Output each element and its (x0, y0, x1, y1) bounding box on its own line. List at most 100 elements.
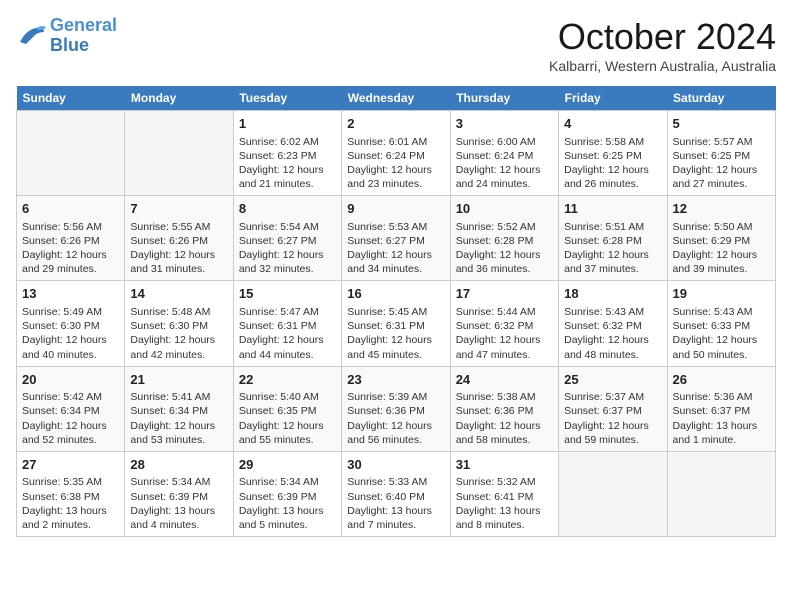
calendar-table: SundayMondayTuesdayWednesdayThursdayFrid… (16, 86, 776, 537)
day-info: Sunrise: 5:43 AM Sunset: 6:32 PM Dayligh… (564, 305, 661, 362)
calendar-day-cell: 9Sunrise: 5:53 AM Sunset: 6:27 PM Daylig… (342, 196, 450, 281)
day-number: 3 (456, 115, 553, 133)
day-number: 7 (130, 200, 227, 218)
calendar-day-cell: 30Sunrise: 5:33 AM Sunset: 6:40 PM Dayli… (342, 451, 450, 536)
day-number: 23 (347, 371, 444, 389)
calendar-day-cell: 11Sunrise: 5:51 AM Sunset: 6:28 PM Dayli… (559, 196, 667, 281)
day-info: Sunrise: 5:51 AM Sunset: 6:28 PM Dayligh… (564, 220, 661, 277)
logo: General Blue (16, 16, 117, 56)
calendar-day-cell: 20Sunrise: 5:42 AM Sunset: 6:34 PM Dayli… (17, 366, 125, 451)
calendar-day-cell: 8 Sunrise: 5:54 AM Sunset: 6:27 PM Daylig… (233, 196, 341, 281)
calendar-day-cell (667, 451, 775, 536)
calendar-day-cell: 2 Sunrise: 6:01 AM Sunset: 6:24 PM Daylig… (342, 111, 450, 196)
day-info: Sunrise: 5:36 AM Sunset: 6:37 PM Dayligh… (673, 390, 770, 447)
logo-icon (16, 22, 46, 50)
calendar-day-cell: 24Sunrise: 5:38 AM Sunset: 6:36 PM Dayli… (450, 366, 558, 451)
day-info: Sunrise: 5:42 AM Sunset: 6:34 PM Dayligh… (22, 390, 119, 447)
day-info: Sunrise: 5:54 AM Sunset: 6:27 PM Dayligh… (239, 220, 336, 277)
day-number: 14 (130, 285, 227, 303)
location-subtitle: Kalbarri, Western Australia, Australia (549, 58, 776, 74)
day-info: Sunrise: 5:40 AM Sunset: 6:35 PM Dayligh… (239, 390, 336, 447)
calendar-week-row: 13 Sunrise: 5:49 AM Sunset: 6:30 PM Dayli… (17, 281, 776, 366)
title-block: October 2024 Kalbarri, Western Australia… (549, 16, 776, 74)
day-number: 2 (347, 115, 444, 133)
day-info: Sunrise: 5:34 AM Sunset: 6:39 PM Dayligh… (239, 475, 336, 532)
day-info: Sunrise: 5:58 AM Sunset: 6:25 PM Dayligh… (564, 135, 661, 192)
day-number: 28 (130, 456, 227, 474)
calendar-day-cell: 26Sunrise: 5:36 AM Sunset: 6:37 PM Dayli… (667, 366, 775, 451)
day-info: Sunrise: 5:35 AM Sunset: 6:38 PM Dayligh… (22, 475, 119, 532)
logo-text: General Blue (50, 16, 117, 56)
day-info: Sunrise: 6:01 AM Sunset: 6:24 PM Dayligh… (347, 135, 444, 192)
calendar-week-row: 20Sunrise: 5:42 AM Sunset: 6:34 PM Dayli… (17, 366, 776, 451)
day-info: Sunrise: 5:32 AM Sunset: 6:41 PM Dayligh… (456, 475, 553, 532)
calendar-day-cell: 15Sunrise: 5:47 AM Sunset: 6:31 PM Dayli… (233, 281, 341, 366)
day-number: 17 (456, 285, 553, 303)
calendar-day-cell (17, 111, 125, 196)
calendar-day-cell: 17 Sunrise: 5:44 AM Sunset: 6:32 PM Dayli… (450, 281, 558, 366)
day-number: 13 (22, 285, 119, 303)
day-number: 12 (673, 200, 770, 218)
calendar-day-cell (559, 451, 667, 536)
calendar-day-cell: 22Sunrise: 5:40 AM Sunset: 6:35 PM Dayli… (233, 366, 341, 451)
day-info: Sunrise: 6:00 AM Sunset: 6:24 PM Dayligh… (456, 135, 553, 192)
calendar-day-cell: 10Sunrise: 5:52 AM Sunset: 6:28 PM Dayli… (450, 196, 558, 281)
day-info: Sunrise: 5:48 AM Sunset: 6:30 PM Dayligh… (130, 305, 227, 362)
calendar-day-cell: 19 Sunrise: 5:43 AM Sunset: 6:33 PM Dayli… (667, 281, 775, 366)
day-number: 6 (22, 200, 119, 218)
day-number: 30 (347, 456, 444, 474)
day-number: 21 (130, 371, 227, 389)
calendar-day-cell: 18 Sunrise: 5:43 AM Sunset: 6:32 PM Dayli… (559, 281, 667, 366)
day-number: 27 (22, 456, 119, 474)
calendar-day-cell: 27Sunrise: 5:35 AM Sunset: 6:38 PM Dayli… (17, 451, 125, 536)
day-number: 1 (239, 115, 336, 133)
day-of-week-header: Tuesday (233, 86, 341, 111)
day-number: 25 (564, 371, 661, 389)
calendar-day-cell: 16 Sunrise: 5:45 AM Sunset: 6:31 PM Dayli… (342, 281, 450, 366)
calendar-day-cell: 12 Sunrise: 5:50 AM Sunset: 6:29 PM Dayli… (667, 196, 775, 281)
calendar-day-cell (125, 111, 233, 196)
day-number: 5 (673, 115, 770, 133)
day-info: Sunrise: 5:56 AM Sunset: 6:26 PM Dayligh… (22, 220, 119, 277)
day-info: Sunrise: 5:57 AM Sunset: 6:25 PM Dayligh… (673, 135, 770, 192)
day-info: Sunrise: 5:37 AM Sunset: 6:37 PM Dayligh… (564, 390, 661, 447)
calendar-day-cell: 29Sunrise: 5:34 AM Sunset: 6:39 PM Dayli… (233, 451, 341, 536)
day-info: Sunrise: 5:49 AM Sunset: 6:30 PM Dayligh… (22, 305, 119, 362)
day-number: 18 (564, 285, 661, 303)
day-number: 16 (347, 285, 444, 303)
calendar-day-cell: 7 Sunrise: 5:55 AM Sunset: 6:26 PM Daylig… (125, 196, 233, 281)
calendar-day-cell: 5 Sunrise: 5:57 AM Sunset: 6:25 PM Daylig… (667, 111, 775, 196)
calendar-day-cell: 14 Sunrise: 5:48 AM Sunset: 6:30 PM Dayli… (125, 281, 233, 366)
day-of-week-header: Saturday (667, 86, 775, 111)
calendar-day-cell: 1Sunrise: 6:02 AM Sunset: 6:23 PM Daylig… (233, 111, 341, 196)
day-info: Sunrise: 5:34 AM Sunset: 6:39 PM Dayligh… (130, 475, 227, 532)
calendar-day-cell: 21Sunrise: 5:41 AM Sunset: 6:34 PM Dayli… (125, 366, 233, 451)
day-number: 31 (456, 456, 553, 474)
day-info: Sunrise: 5:45 AM Sunset: 6:31 PM Dayligh… (347, 305, 444, 362)
day-info: Sunrise: 5:43 AM Sunset: 6:33 PM Dayligh… (673, 305, 770, 362)
day-of-week-header: Friday (559, 86, 667, 111)
calendar-day-cell: 28Sunrise: 5:34 AM Sunset: 6:39 PM Dayli… (125, 451, 233, 536)
day-info: Sunrise: 5:41 AM Sunset: 6:34 PM Dayligh… (130, 390, 227, 447)
day-number: 15 (239, 285, 336, 303)
day-info: Sunrise: 5:50 AM Sunset: 6:29 PM Dayligh… (673, 220, 770, 277)
day-of-week-header: Monday (125, 86, 233, 111)
day-number: 9 (347, 200, 444, 218)
day-number: 26 (673, 371, 770, 389)
day-number: 22 (239, 371, 336, 389)
month-title: October 2024 (549, 16, 776, 58)
day-info: Sunrise: 5:44 AM Sunset: 6:32 PM Dayligh… (456, 305, 553, 362)
day-info: Sunrise: 5:39 AM Sunset: 6:36 PM Dayligh… (347, 390, 444, 447)
calendar-day-cell: 13 Sunrise: 5:49 AM Sunset: 6:30 PM Dayli… (17, 281, 125, 366)
calendar-week-row: 27Sunrise: 5:35 AM Sunset: 6:38 PM Dayli… (17, 451, 776, 536)
day-number: 20 (22, 371, 119, 389)
day-number: 19 (673, 285, 770, 303)
day-of-week-header: Thursday (450, 86, 558, 111)
day-number: 4 (564, 115, 661, 133)
day-number: 8 (239, 200, 336, 218)
day-info: Sunrise: 5:33 AM Sunset: 6:40 PM Dayligh… (347, 475, 444, 532)
day-info: Sunrise: 5:55 AM Sunset: 6:26 PM Dayligh… (130, 220, 227, 277)
day-number: 10 (456, 200, 553, 218)
calendar-day-cell: 25Sunrise: 5:37 AM Sunset: 6:37 PM Dayli… (559, 366, 667, 451)
day-info: Sunrise: 5:38 AM Sunset: 6:36 PM Dayligh… (456, 390, 553, 447)
